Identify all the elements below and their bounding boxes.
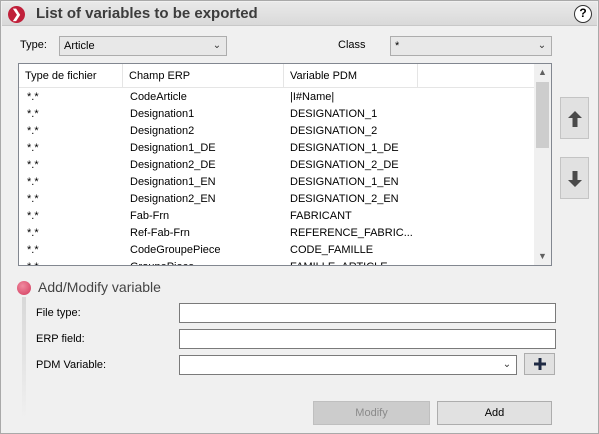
pdm-variable-label: PDM Variable: — [36, 359, 107, 371]
cell-file-type: *.* — [27, 244, 39, 256]
cell-file-type: *.* — [27, 125, 39, 137]
cell-erp-field: CodeArticle — [130, 91, 187, 103]
chevron-down-icon: ⌄ — [212, 40, 222, 51]
cell-erp-field: Designation1_EN — [130, 176, 216, 188]
cell-file-type: *.* — [27, 159, 39, 171]
cell-file-type: *.* — [27, 108, 39, 120]
move-down-button[interactable] — [560, 157, 589, 199]
cell-erp-field: Designation2 — [130, 125, 195, 137]
arrow-down-icon — [568, 171, 582, 187]
add-pdm-variable-button[interactable] — [524, 353, 555, 375]
cell-erp-field: Designation2_DE — [130, 159, 216, 171]
class-select[interactable]: * ⌄ — [390, 36, 552, 56]
table-row[interactable]: *.* GroupePiece FAMILLE_ARTICLE — [19, 259, 535, 265]
cell-pdm-variable: FABRICANT — [290, 210, 352, 222]
type-select-value: Article — [64, 40, 95, 52]
table-row[interactable]: *.* Fab-Frn FABRICANT — [19, 208, 535, 225]
table-row[interactable]: *.* Designation2_DE DESIGNATION_2_DE — [19, 157, 535, 174]
cell-pdm-variable: DESIGNATION_1_EN — [290, 176, 399, 188]
list-header: Type de fichier Champ ERP Variable PDM — [19, 64, 535, 88]
cell-pdm-variable: DESIGNATION_1 — [290, 108, 378, 120]
table-row[interactable]: *.* Designation2 DESIGNATION_2 — [19, 123, 535, 140]
class-select-value: * — [395, 40, 400, 52]
cell-pdm-variable: DESIGNATION_1_DE — [290, 142, 399, 154]
cell-pdm-variable: |I#Name| — [290, 91, 335, 103]
modify-button[interactable]: Modify — [313, 401, 430, 425]
column-header-pdm-variable[interactable]: Variable PDM — [284, 64, 418, 88]
cell-erp-field: Designation1 — [130, 108, 195, 120]
table-row[interactable]: *.* Designation2_EN DESIGNATION_2_EN — [19, 191, 535, 208]
table-row[interactable]: *.* CodeArticle |I#Name| — [19, 89, 535, 106]
table-row[interactable]: *.* Ref-Fab-Frn REFERENCE_FABRIC... — [19, 225, 535, 242]
cell-file-type: *.* — [27, 227, 39, 239]
cell-erp-field: Designation2_EN — [130, 193, 216, 205]
cell-pdm-variable: CODE_FAMILLE — [290, 244, 374, 256]
table-row[interactable]: *.* Designation1_EN DESIGNATION_1_EN — [19, 174, 535, 191]
vertical-scrollbar[interactable]: ▲ ▼ — [534, 64, 551, 265]
chevron-right-icon: ❯ — [8, 6, 25, 23]
cell-erp-field: GroupePiece — [130, 261, 194, 265]
arrow-up-icon — [568, 111, 582, 127]
scroll-up-icon[interactable]: ▲ — [534, 64, 551, 81]
column-header-file-type[interactable]: Type de fichier — [19, 64, 123, 88]
cell-file-type: *.* — [27, 91, 39, 103]
title-bar: ❯ List of variables to be exported ? — [2, 2, 597, 26]
plus-icon — [533, 358, 546, 370]
cell-erp-field: Ref-Fab-Frn — [130, 227, 190, 239]
column-header-erp-field[interactable]: Champ ERP — [123, 64, 284, 88]
table-row[interactable]: *.* Designation1_DE DESIGNATION_1_DE — [19, 140, 535, 157]
cell-pdm-variable: FAMILLE_ARTICLE — [290, 261, 388, 265]
erp-field-label: ERP field: — [36, 333, 85, 345]
cell-pdm-variable: DESIGNATION_2 — [290, 125, 378, 137]
export-variables-window: ❯ List of variables to be exported ? Typ… — [0, 0, 599, 434]
file-type-field[interactable] — [179, 303, 556, 323]
class-label: Class — [338, 39, 366, 51]
type-select[interactable]: Article ⌄ — [59, 36, 227, 56]
cell-file-type: *.* — [27, 193, 39, 205]
cell-erp-field: Designation1_DE — [130, 142, 216, 154]
scroll-down-icon[interactable]: ▼ — [534, 248, 551, 265]
pdm-variable-select[interactable]: ⌄ — [179, 355, 517, 375]
variables-list[interactable]: Type de fichier Champ ERP Variable PDM *… — [18, 63, 552, 266]
add-button[interactable]: Add — [437, 401, 552, 425]
cell-pdm-variable: REFERENCE_FABRIC... — [290, 227, 413, 239]
chevron-down-icon: ⌄ — [502, 359, 512, 370]
type-label: Type: — [20, 39, 47, 51]
cell-erp-field: Fab-Frn — [130, 210, 170, 222]
chevron-down-icon: ⌄ — [537, 40, 547, 51]
cell-pdm-variable: DESIGNATION_2_EN — [290, 193, 399, 205]
cell-file-type: *.* — [27, 176, 39, 188]
cell-file-type: *.* — [27, 261, 39, 265]
scroll-thumb[interactable] — [536, 82, 549, 148]
table-row[interactable]: *.* Designation1 DESIGNATION_1 — [19, 106, 535, 123]
window-title: List of variables to be exported — [36, 5, 258, 22]
section-divider — [22, 297, 26, 419]
cell-pdm-variable: DESIGNATION_2_DE — [290, 159, 399, 171]
section-title: Add/Modify variable — [38, 279, 161, 295]
cell-file-type: *.* — [27, 142, 39, 154]
table-row[interactable]: *.* CodeGroupePiece CODE_FAMILLE — [19, 242, 535, 259]
section-indicator-dot — [17, 281, 31, 295]
help-button[interactable]: ? — [574, 5, 592, 23]
erp-field-input[interactable] — [179, 329, 556, 349]
file-type-label: File type: — [36, 307, 81, 319]
move-up-button[interactable] — [560, 97, 589, 139]
cell-file-type: *.* — [27, 210, 39, 222]
cell-erp-field: CodeGroupePiece — [130, 244, 221, 256]
